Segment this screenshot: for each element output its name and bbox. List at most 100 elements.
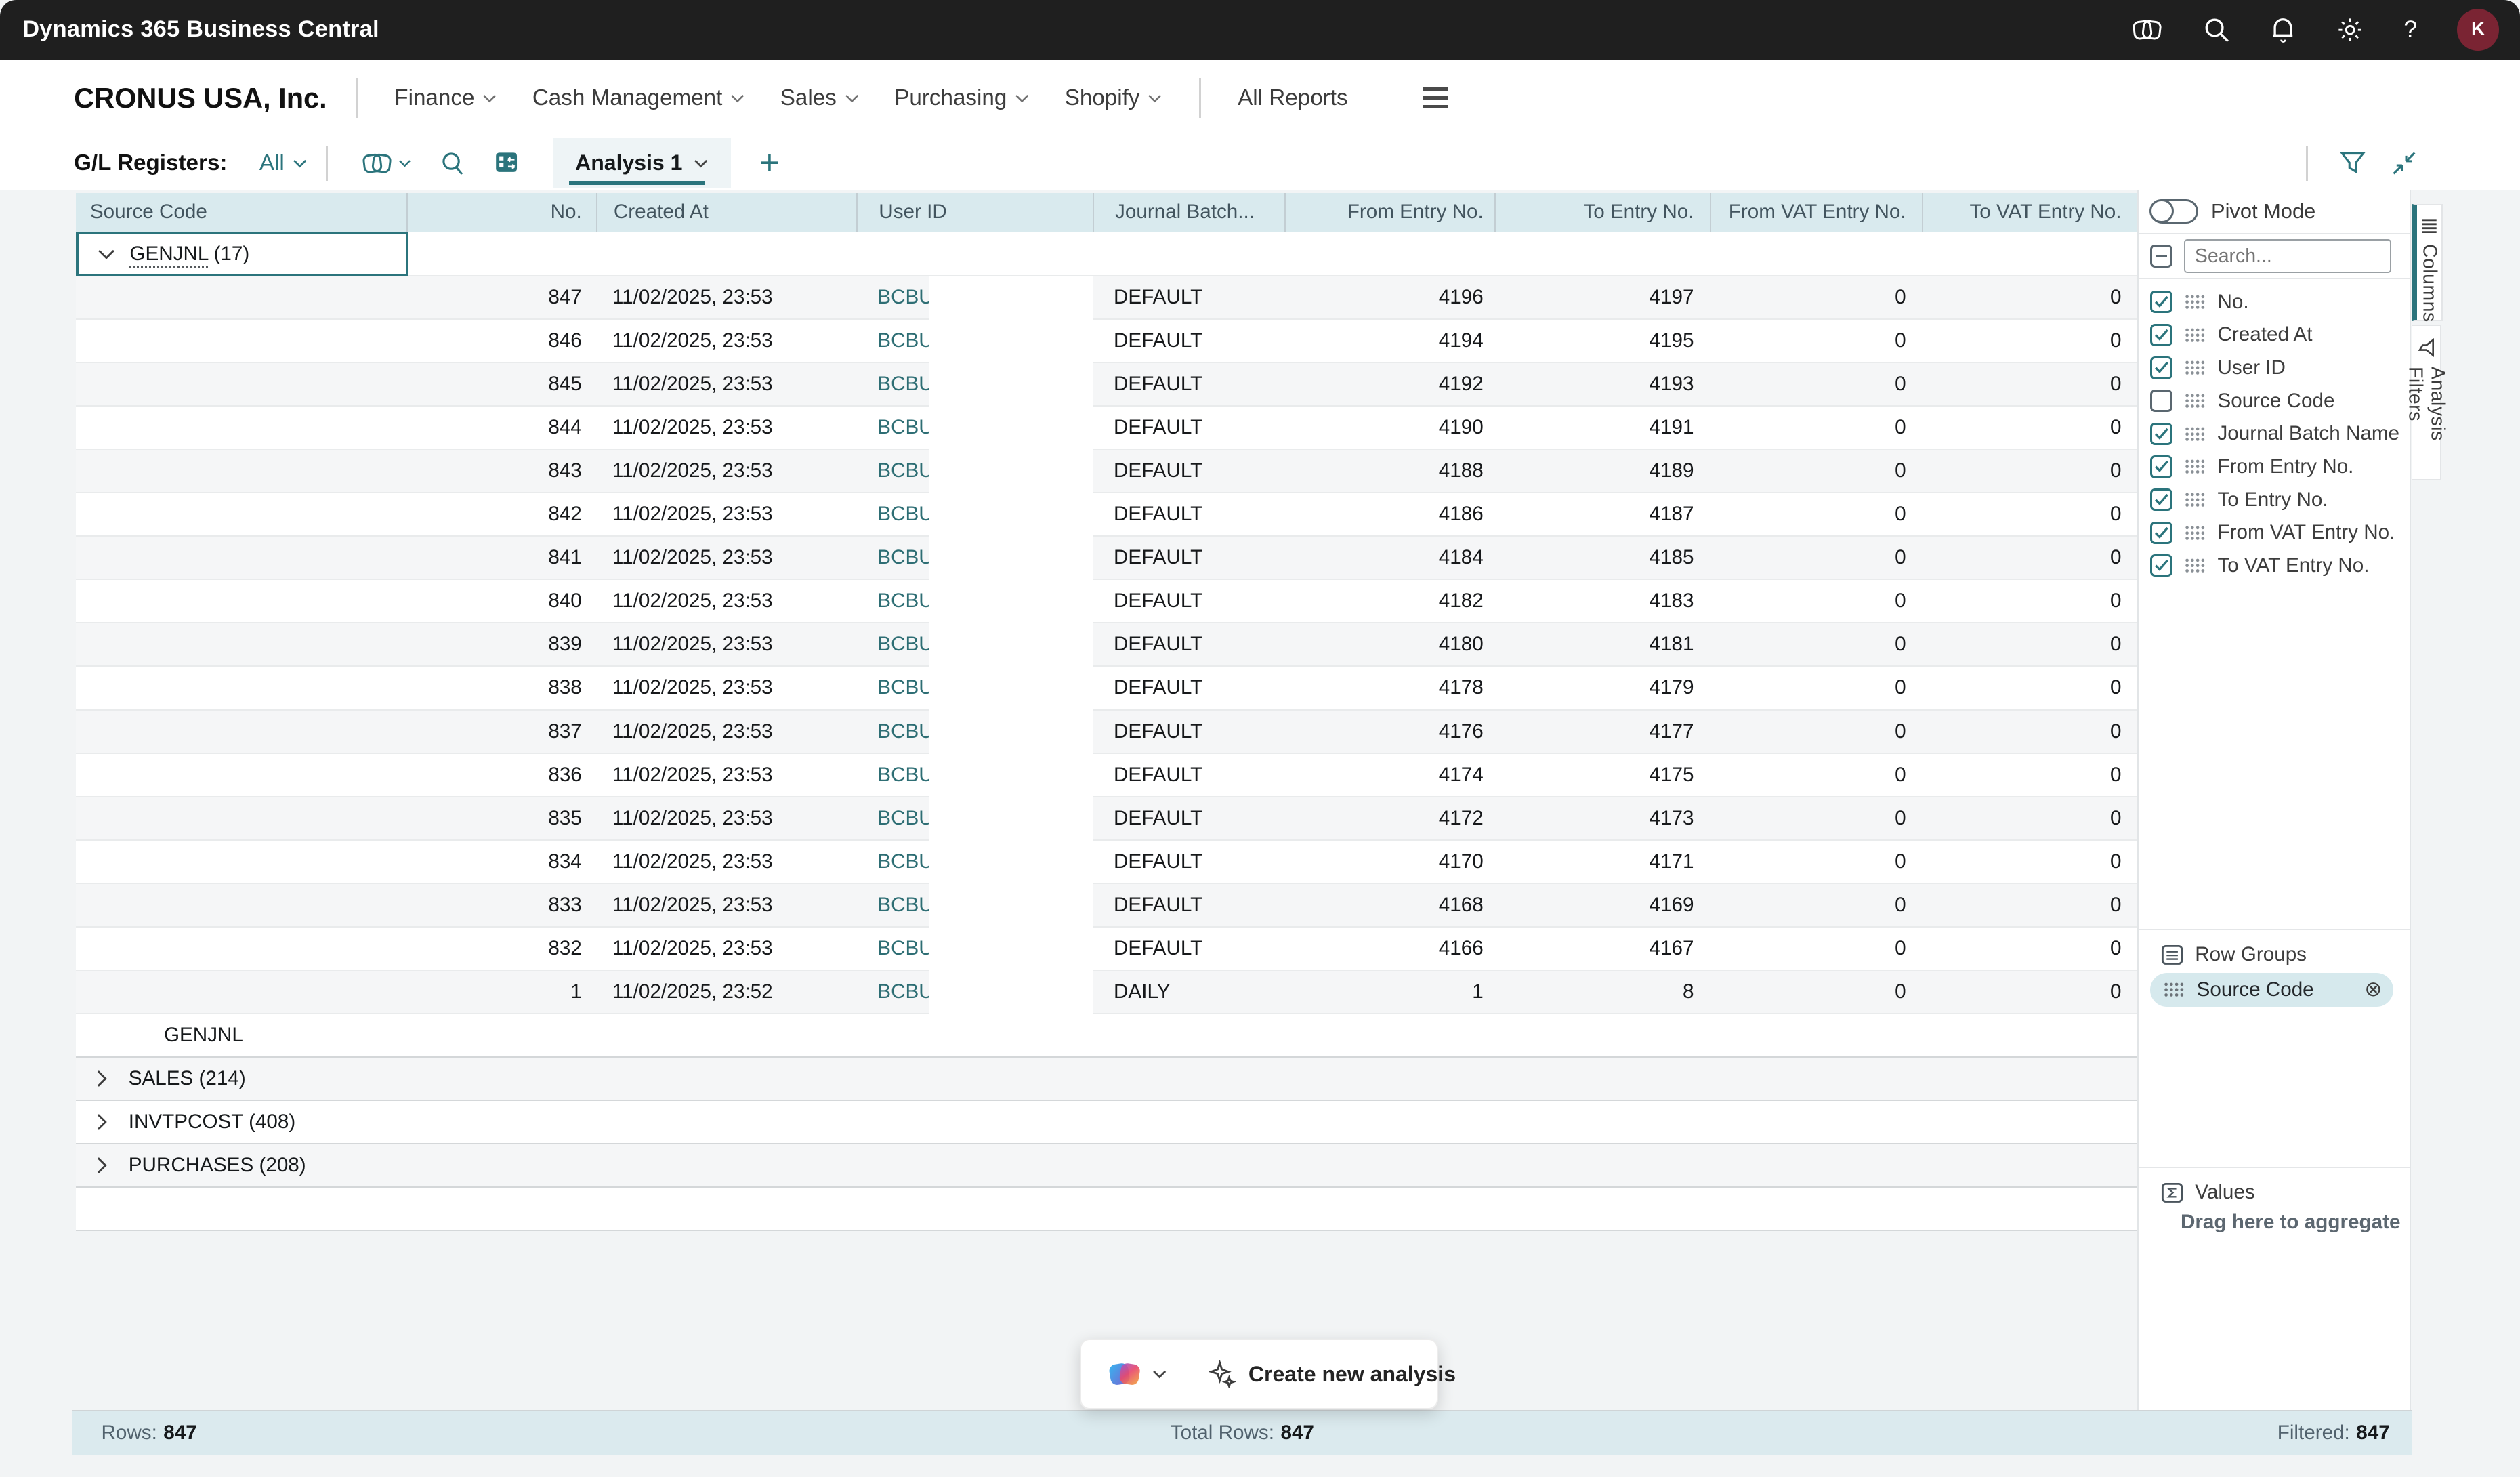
- column-toggle-from-vat-entry-no: From VAT Entry No.: [2139, 516, 2409, 549]
- nav-item-finance[interactable]: Finance: [377, 75, 515, 120]
- table-row[interactable]: 83411/02/2025, 23:53BCBUILDEFAULT4170417…: [76, 841, 2138, 884]
- company-name[interactable]: CRONUS USA, Inc.: [74, 82, 327, 115]
- cell-no: 840: [406, 580, 596, 622]
- column-header-to-entry-no[interactable]: To Entry No.: [1494, 193, 1710, 232]
- table-row[interactable]: 84411/02/2025, 23:53BCBUILDEFAULT4190419…: [76, 407, 2138, 450]
- column-header-user-id[interactable]: User ID: [856, 193, 1093, 232]
- table-row[interactable]: 84111/02/2025, 23:53BCBUILDEFAULT4184418…: [76, 537, 2138, 580]
- cell-to-entry: 4187: [1494, 493, 1710, 535]
- avatar[interactable]: K: [2457, 9, 2499, 51]
- table-row[interactable]: 83511/02/2025, 23:53BCBUILDEFAULT4172417…: [76, 797, 2138, 841]
- cell-to-vat: 0: [1922, 276, 2137, 318]
- table-row[interactable]: 84611/02/2025, 23:53BCBUILDEFAULT4194419…: [76, 320, 2138, 363]
- table-row[interactable]: 83811/02/2025, 23:53BCBUILDEFAULT4178417…: [76, 667, 2138, 710]
- column-checkbox[interactable]: [2150, 291, 2172, 313]
- row-group-pill-source-code[interactable]: Source Code ⊗: [2150, 973, 2393, 1007]
- drag-handle-icon[interactable]: [2185, 558, 2204, 573]
- copilot-icon[interactable]: [2132, 16, 2162, 43]
- nav-item-all-reports[interactable]: All Reports: [1220, 75, 1366, 120]
- column-checkbox[interactable]: [2150, 488, 2172, 511]
- pivot-mode-toggle[interactable]: [2150, 199, 2198, 224]
- refresh-grid-icon[interactable]: [480, 145, 533, 182]
- table-row[interactable]: 84511/02/2025, 23:53BCBUILDEFAULT4192419…: [76, 363, 2138, 407]
- table-row[interactable]: 83211/02/2025, 23:53BCBUILDEFAULT4166416…: [76, 928, 2138, 971]
- nav-item-shopify[interactable]: Shopify: [1047, 75, 1180, 120]
- chevron-right-icon[interactable]: [96, 1070, 108, 1087]
- nav-item-purchasing[interactable]: Purchasing: [877, 75, 1047, 120]
- nav-item-cash-management[interactable]: Cash Management: [515, 75, 763, 120]
- drag-handle-icon[interactable]: [2185, 427, 2204, 441]
- cell-from-vat: 0: [1710, 841, 1922, 883]
- cell-from-entry: 4178: [1284, 667, 1495, 709]
- cell-to-vat: 0: [1922, 928, 2137, 970]
- column-header-from-vat-entry-no[interactable]: From VAT Entry No.: [1710, 193, 1922, 232]
- cell-created-at: 11/02/2025, 23:53: [596, 580, 856, 622]
- column-checkbox[interactable]: [2150, 455, 2172, 478]
- copilot-dropdown-icon[interactable]: [347, 143, 425, 183]
- settings-gear-icon[interactable]: [2336, 16, 2364, 43]
- drag-handle-icon[interactable]: [2185, 526, 2204, 540]
- cell-source-code: [76, 841, 407, 883]
- table-row[interactable]: 83311/02/2025, 23:53BCBUILDEFAULT4168416…: [76, 884, 2138, 928]
- search-grid-icon[interactable]: [426, 144, 481, 182]
- table-row[interactable]: 84211/02/2025, 23:53BCBUILDEFAULT4186418…: [76, 493, 2138, 537]
- table-row[interactable]: 83611/02/2025, 23:53BCBUILDEFAULT4174417…: [76, 754, 2138, 797]
- search-icon[interactable]: [2203, 16, 2230, 43]
- column-checkbox[interactable]: [2150, 522, 2172, 544]
- select-all-checkbox[interactable]: [2150, 245, 2172, 267]
- column-header-to-vat-entry-no[interactable]: To VAT Entry No.: [1922, 193, 2137, 232]
- menu-hamburger-icon[interactable]: [1417, 81, 1454, 115]
- table-row[interactable]: 84011/02/2025, 23:53BCBUILDEFAULT4182418…: [76, 580, 2138, 623]
- column-search-input[interactable]: [2184, 239, 2391, 273]
- drag-handle-icon[interactable]: [2185, 493, 2204, 507]
- chevron-down-icon[interactable]: [1152, 1369, 1167, 1379]
- table-row[interactable]: 84311/02/2025, 23:53BCBUILDEFAULT4188418…: [76, 450, 2138, 493]
- copilot-logo-icon[interactable]: [1107, 1356, 1142, 1392]
- table-row[interactable]: 83911/02/2025, 23:53BCBUILDEFAULT4180418…: [76, 623, 2138, 667]
- column-checkbox[interactable]: [2150, 423, 2172, 445]
- group-row-sales[interactable]: SALES (214): [76, 1058, 2138, 1101]
- tab-analysis-filters[interactable]: Analysis Filters: [2412, 325, 2441, 480]
- help-icon[interactable]: ?: [2403, 16, 2417, 43]
- cell-source-code: [76, 667, 407, 709]
- drag-handle-icon[interactable]: [2185, 295, 2204, 309]
- collapse-panel-icon[interactable]: [2378, 144, 2430, 182]
- cell-to-entry: 4171: [1494, 841, 1710, 883]
- drag-handle-icon[interactable]: [2185, 360, 2204, 375]
- tab-analysis-1[interactable]: Analysis 1: [553, 138, 731, 188]
- divider: [356, 78, 357, 118]
- column-header-no[interactable]: No.: [406, 193, 596, 232]
- table-row[interactable]: 111/02/2025, 23:52BCBUILDAILY1800: [76, 971, 2138, 1014]
- column-header-journal-batch[interactable]: Journal Batch...: [1093, 193, 1284, 232]
- cell-journal-batch: DEFAULT: [1093, 407, 1284, 449]
- column-header-from-entry-no[interactable]: From Entry No.: [1284, 193, 1495, 232]
- cell-to-vat: 0: [1922, 580, 2137, 622]
- tab-columns[interactable]: Columns: [2412, 204, 2443, 321]
- drag-handle-icon[interactable]: [2164, 982, 2183, 997]
- chevron-right-icon[interactable]: [96, 1113, 108, 1131]
- column-checkbox[interactable]: [2150, 356, 2172, 379]
- filter-funnel-icon[interactable]: [2327, 145, 2378, 182]
- drag-handle-icon[interactable]: [2185, 328, 2204, 342]
- chevron-down-icon[interactable]: [98, 249, 115, 260]
- column-checkbox[interactable]: [2150, 324, 2172, 346]
- remove-row-group-icon[interactable]: ⊗: [2364, 979, 2382, 1000]
- drag-handle-icon[interactable]: [2185, 459, 2204, 474]
- group-cell-genjnl[interactable]: GENJNL (17): [76, 232, 408, 276]
- add-analysis-tab-button[interactable]: +: [759, 146, 779, 180]
- table-row[interactable]: 83711/02/2025, 23:53BCBUILDEFAULT4176417…: [76, 711, 2138, 754]
- table-row[interactable]: 84711/02/2025, 23:53BCBUILDEFAULT4196419…: [76, 276, 2138, 320]
- column-header-created-at[interactable]: Created At: [596, 193, 856, 232]
- view-filter-dropdown[interactable]: All: [259, 150, 307, 176]
- cell-to-vat: 0: [1922, 711, 2137, 753]
- column-checkbox[interactable]: [2150, 390, 2172, 412]
- group-row-invtpcost[interactable]: INVTPCOST (408): [76, 1101, 2138, 1144]
- drag-handle-icon[interactable]: [2185, 394, 2204, 408]
- notifications-icon[interactable]: [2270, 16, 2296, 43]
- column-header-source-code[interactable]: Source Code: [76, 193, 407, 232]
- create-new-analysis-button[interactable]: Create new analysis: [1209, 1360, 1456, 1388]
- column-checkbox[interactable]: [2150, 554, 2172, 577]
- group-row-purchases[interactable]: PURCHASES (208): [76, 1144, 2138, 1188]
- chevron-right-icon[interactable]: [96, 1157, 108, 1174]
- nav-item-sales[interactable]: Sales: [763, 75, 877, 120]
